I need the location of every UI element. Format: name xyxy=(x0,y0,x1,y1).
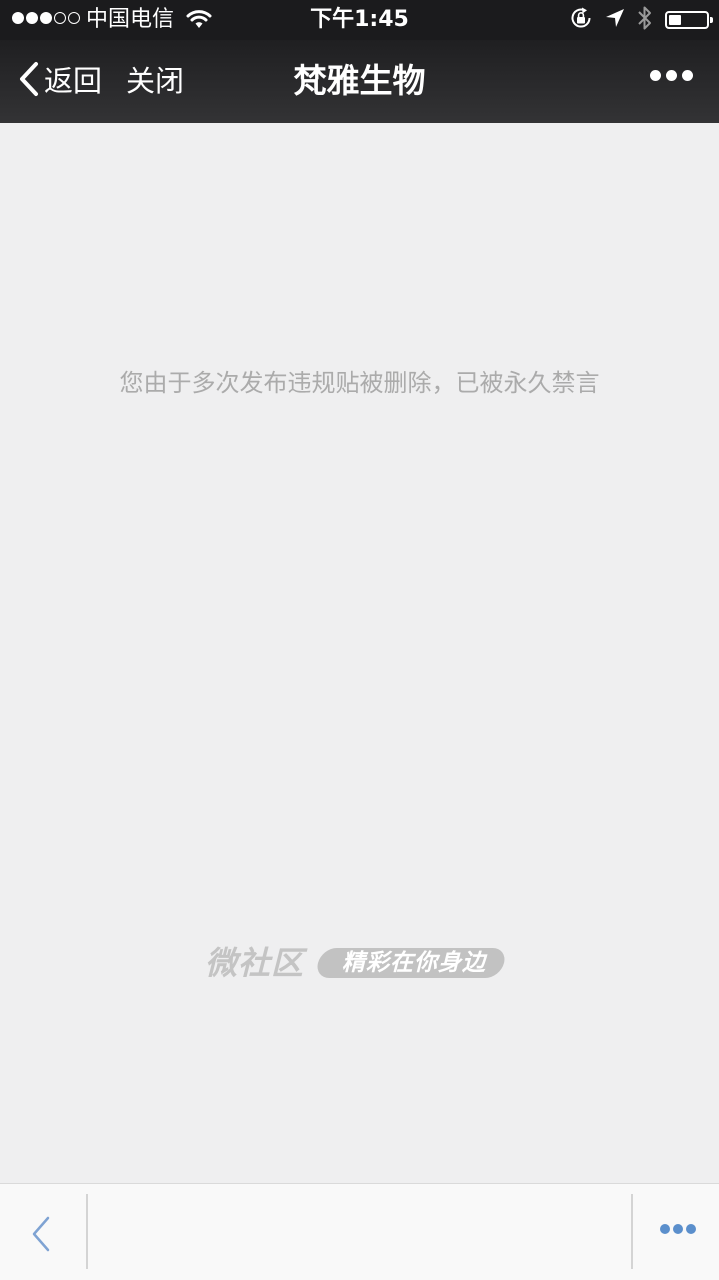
status-bar: 中国电信 下午1:45 xyxy=(0,0,719,40)
toolbar-more-button[interactable] xyxy=(660,1224,696,1234)
brand-slogan: 精彩在你身边 xyxy=(342,950,487,976)
toolbar-divider xyxy=(86,1194,88,1269)
ban-message: 您由于多次发布违规贴被删除，已被永久禁言 xyxy=(119,369,600,397)
brand-logo: 微社区 精彩在你身边 xyxy=(205,942,508,984)
bluetooth-icon xyxy=(637,5,653,35)
more-options-button[interactable] xyxy=(650,70,693,81)
brand-slogan-badge: 精彩在你身边 xyxy=(314,948,508,978)
location-arrow-icon xyxy=(605,8,625,32)
toolbar-divider xyxy=(631,1194,633,1269)
rotation-lock-icon xyxy=(569,6,593,34)
more-dots-icon xyxy=(660,1224,670,1234)
more-dots-icon xyxy=(650,70,661,81)
toolbar-back-button[interactable] xyxy=(24,1214,60,1254)
navigation-bar: 返回 关闭 梵雅生物 xyxy=(0,40,719,123)
status-icons xyxy=(569,5,713,35)
battery-icon xyxy=(665,11,713,29)
screen: 中国电信 下午1:45 返回 关闭 梵雅生物 您由于多次发布违规贴被删除，已被永… xyxy=(0,0,719,1280)
chevron-left-icon xyxy=(32,1216,50,1252)
bottom-toolbar xyxy=(0,1183,719,1280)
page-title: 梵雅生物 xyxy=(293,61,426,100)
battery-level xyxy=(669,15,681,25)
brand-name: 微社区 xyxy=(205,944,305,982)
